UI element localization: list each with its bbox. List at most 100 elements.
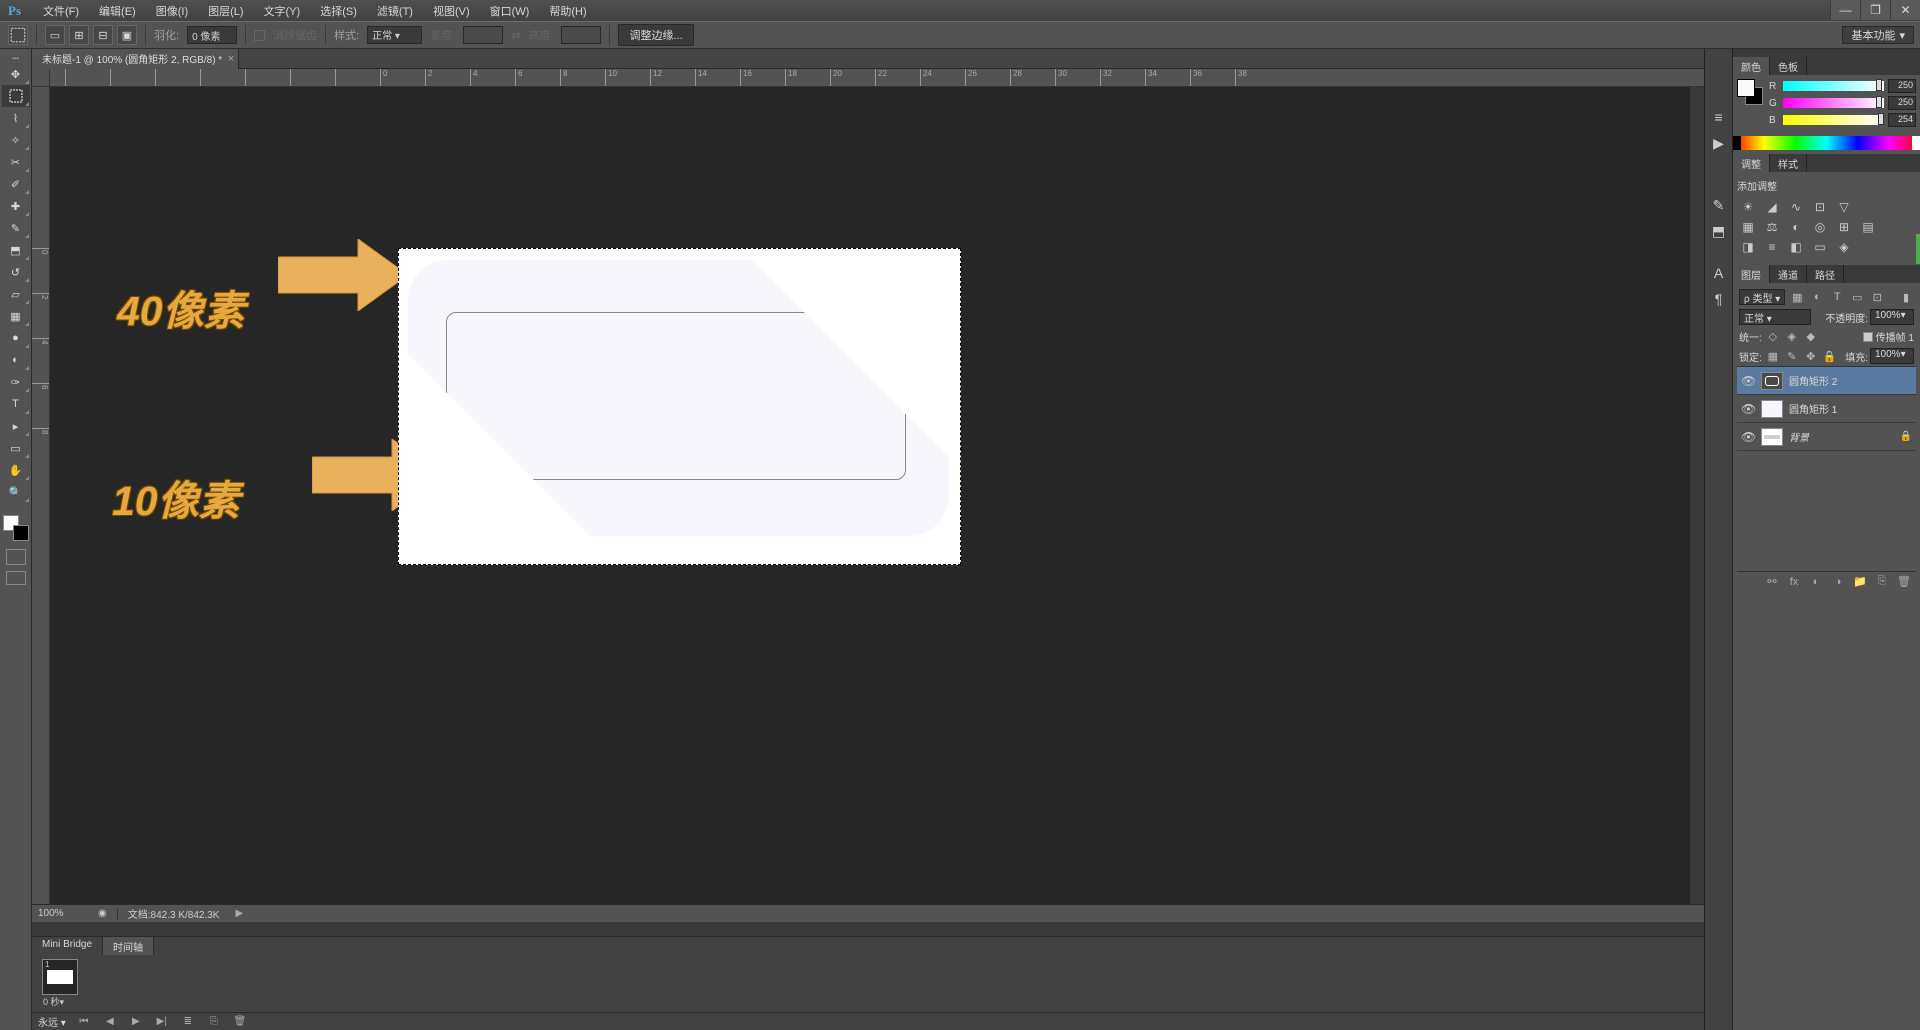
- tab-channels[interactable]: 通道: [1770, 265, 1807, 283]
- visibility-icon[interactable]: 👁: [1741, 430, 1755, 444]
- para-panel-icon[interactable]: ¶: [1709, 289, 1729, 309]
- layer-thumbnail[interactable]: [1761, 372, 1783, 390]
- zoom-tool[interactable]: 🔍: [2, 481, 30, 503]
- layer-item-rounded-2[interactable]: 👁 圆角矩形 2: [1737, 367, 1916, 395]
- style-select[interactable]: 正常 ▾: [367, 26, 422, 44]
- tab-mini-bridge[interactable]: Mini Bridge: [32, 937, 103, 955]
- path-select-tool[interactable]: ▸: [2, 415, 30, 437]
- pen-tool[interactable]: ✑: [2, 371, 30, 393]
- history-panel-icon[interactable]: ≡: [1709, 107, 1729, 127]
- marquee-tool[interactable]: [2, 85, 30, 107]
- lock-all-icon[interactable]: 🔒: [1822, 349, 1838, 363]
- b-value[interactable]: 254: [1888, 113, 1916, 127]
- g-slider[interactable]: [1783, 98, 1884, 108]
- selection-add-icon[interactable]: ⊞: [69, 25, 89, 45]
- stamp-tool[interactable]: ⬒: [2, 239, 30, 261]
- ruler-origin[interactable]: [32, 69, 50, 87]
- filter-pixel-icon[interactable]: ▦: [1789, 290, 1805, 304]
- mask-icon[interactable]: ◐: [1808, 575, 1824, 589]
- workspace-switcher[interactable]: 基本功能 ▾: [1842, 26, 1914, 44]
- brightness-adjust-icon[interactable]: ☀: [1739, 199, 1757, 215]
- gradient-map-icon[interactable]: ▭: [1811, 239, 1829, 255]
- background-color[interactable]: [13, 525, 29, 541]
- blend-mode-select[interactable]: 正常 ▾: [1739, 309, 1811, 325]
- r-slider[interactable]: [1783, 81, 1884, 91]
- refine-edge-button[interactable]: 调整边缘...: [618, 24, 693, 46]
- actions-panel-icon[interactable]: ▶: [1709, 133, 1729, 153]
- delete-layer-icon[interactable]: 🗑: [1896, 575, 1912, 589]
- prev-frame-icon[interactable]: ◀: [102, 1015, 118, 1029]
- curves-adjust-icon[interactable]: ∿: [1787, 199, 1805, 215]
- history-brush-tool[interactable]: ↺: [2, 261, 30, 283]
- menu-layer[interactable]: 图层(L): [198, 1, 253, 21]
- hue-adjust-icon[interactable]: ▦: [1739, 219, 1757, 235]
- menu-select[interactable]: 选择(S): [310, 1, 367, 21]
- tab-color[interactable]: 颜色: [1733, 57, 1770, 75]
- lasso-tool[interactable]: ⌇: [2, 107, 30, 129]
- menu-type[interactable]: 文字(Y): [254, 1, 311, 21]
- fill-value[interactable]: 100%▾: [1870, 348, 1914, 364]
- tab-swatches[interactable]: 色板: [1770, 57, 1807, 75]
- bal-adjust-icon[interactable]: ⚖: [1763, 219, 1781, 235]
- photo-filter-icon[interactable]: ◎: [1811, 219, 1829, 235]
- propagate-checkbox[interactable]: [1863, 332, 1873, 342]
- tab-adjustments[interactable]: 调整: [1733, 154, 1770, 172]
- opacity-value[interactable]: 100%▾: [1870, 309, 1914, 325]
- menu-window[interactable]: 窗口(W): [480, 1, 540, 21]
- invert-adjust-icon[interactable]: ◨: [1739, 239, 1757, 255]
- tab-layers[interactable]: 图层: [1733, 265, 1770, 283]
- clone-panel-icon[interactable]: ⬒: [1709, 221, 1729, 241]
- menu-filter[interactable]: 滤镜(T): [367, 1, 423, 21]
- layer-filter-kind[interactable]: ρ 类型 ▾: [1739, 289, 1785, 305]
- r-value[interactable]: 250: [1888, 79, 1916, 93]
- hand-tool[interactable]: ✋: [2, 459, 30, 481]
- screen-mode-button[interactable]: [6, 571, 26, 585]
- frame-delay[interactable]: 0 秒▾: [43, 995, 64, 1008]
- next-frame-icon[interactable]: ▶|: [154, 1015, 170, 1029]
- menu-file[interactable]: 文件(F): [33, 1, 89, 21]
- selection-subtract-icon[interactable]: ⊟: [93, 25, 113, 45]
- vertical-scrollbar[interactable]: [1690, 87, 1704, 904]
- filter-smart-icon[interactable]: ⊡: [1869, 290, 1885, 304]
- doc-info[interactable]: 文档:842.3 K/842.3K: [128, 906, 220, 921]
- selection-new-icon[interactable]: ▭: [45, 25, 65, 45]
- adjustment-layer-icon[interactable]: ◑: [1830, 575, 1846, 589]
- minimize-button[interactable]: —: [1830, 0, 1860, 20]
- mixer-adjust-icon[interactable]: ⊞: [1835, 219, 1853, 235]
- selective-adjust-icon[interactable]: ◈: [1835, 239, 1853, 255]
- layer-name[interactable]: 圆角矩形 1: [1789, 401, 1912, 416]
- brush-panel-icon[interactable]: ✎: [1709, 195, 1729, 215]
- layer-item-background[interactable]: 👁 背景 🔒: [1737, 423, 1916, 451]
- shape-tool[interactable]: ▭: [2, 437, 30, 459]
- new-layer-icon[interactable]: ⎘: [1874, 575, 1890, 589]
- filter-shape-icon[interactable]: ▭: [1849, 290, 1865, 304]
- vertical-ruler[interactable]: 02468: [32, 87, 50, 904]
- canvas-viewport[interactable]: 40像素 10像素: [50, 87, 1704, 904]
- bw-adjust-icon[interactable]: ◐: [1787, 219, 1805, 235]
- heal-tool[interactable]: ✚: [2, 195, 30, 217]
- lookup-adjust-icon[interactable]: ▤: [1859, 219, 1877, 235]
- fx-icon[interactable]: fx: [1786, 575, 1802, 589]
- wand-tool[interactable]: ✧: [2, 129, 30, 151]
- type-tool[interactable]: T: [2, 393, 30, 415]
- quick-mask-button[interactable]: [6, 549, 26, 565]
- color-swatches[interactable]: [3, 515, 29, 541]
- filter-adjust-icon[interactable]: ◐: [1809, 290, 1825, 304]
- delete-frame-icon[interactable]: 🗑: [232, 1015, 248, 1029]
- horizontal-ruler[interactable]: 02468101214161820222426283032343638: [50, 69, 1704, 87]
- timeline-frame-1[interactable]: 1 0 秒▾: [42, 959, 78, 995]
- lock-trans-icon[interactable]: ▦: [1765, 349, 1781, 363]
- first-frame-icon[interactable]: ⏮: [76, 1015, 92, 1029]
- visibility-icon[interactable]: 👁: [1741, 402, 1755, 416]
- lock-pixel-icon[interactable]: ✎: [1784, 349, 1800, 363]
- toolbox-grip[interactable]: ┄: [2, 53, 30, 63]
- visibility-icon[interactable]: 👁: [1741, 374, 1755, 388]
- zoom-level[interactable]: 100%: [38, 908, 88, 919]
- unify-style-icon[interactable]: ◆: [1803, 330, 1819, 344]
- menu-help[interactable]: 帮助(H): [539, 1, 596, 21]
- document-tab[interactable]: 未标题-1 @ 100% (圆角矩形 2, RGB/8) * ×: [32, 49, 239, 69]
- tab-timeline[interactable]: 时间轴: [103, 937, 154, 955]
- tab-paths[interactable]: 路径: [1807, 265, 1844, 283]
- color-spectrum[interactable]: [1733, 136, 1920, 150]
- doc-size-icon[interactable]: ◉: [98, 908, 107, 919]
